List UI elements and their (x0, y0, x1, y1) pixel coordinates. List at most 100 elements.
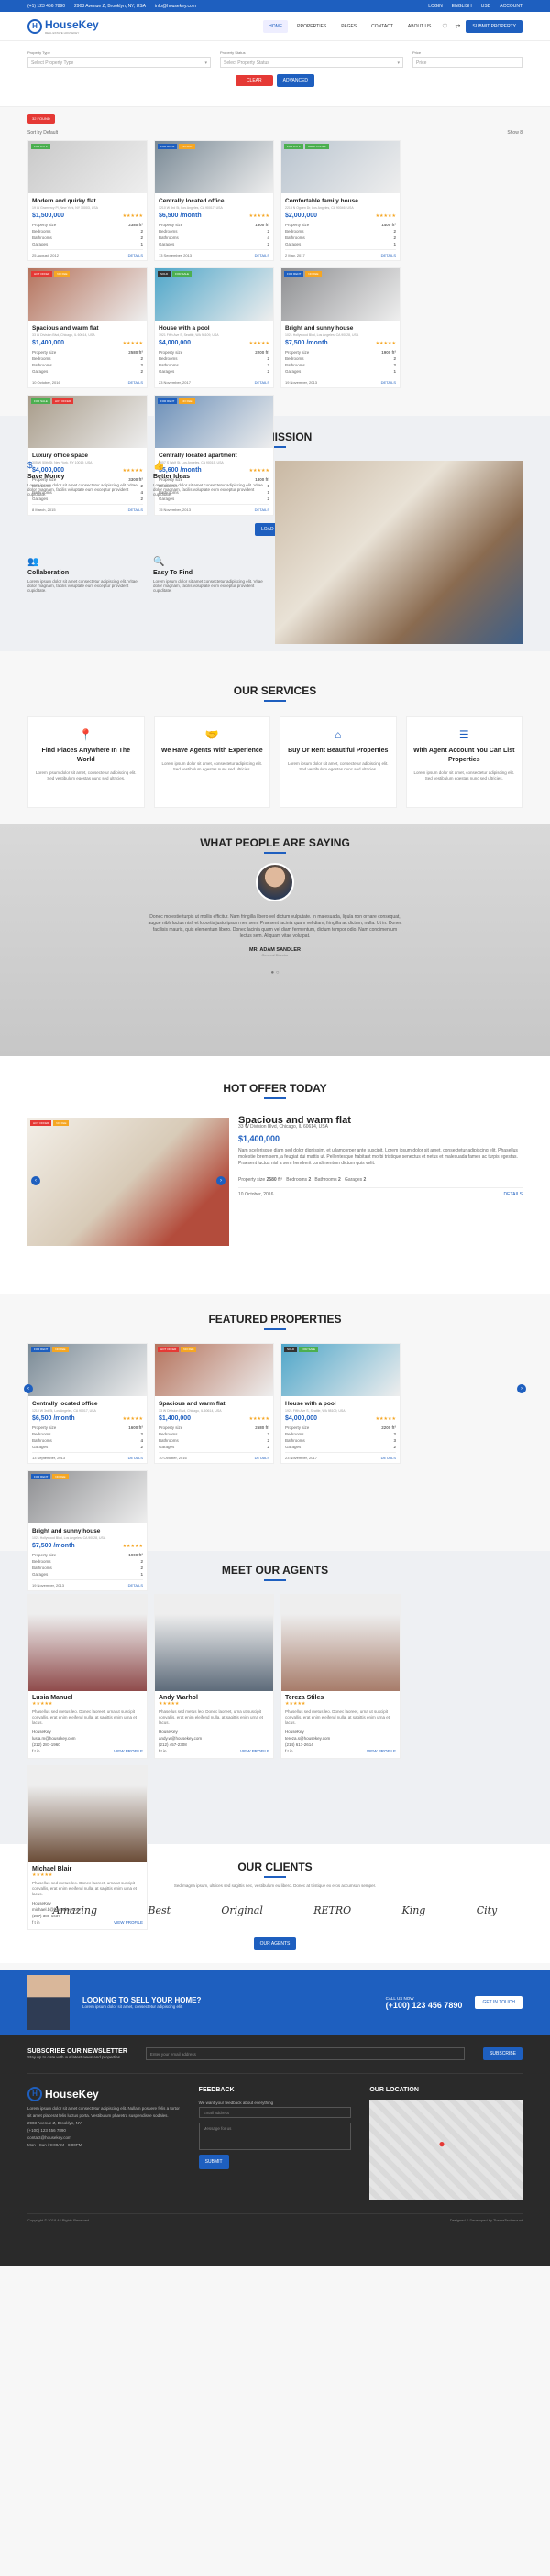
details-link[interactable]: DETAILS (381, 1456, 396, 1460)
property-card[interactable]: FOR RENT NO FEE Bright and sunny house 10… (28, 1470, 148, 1591)
nav-about[interactable]: ABOUT US (402, 20, 436, 33)
subscribe-button[interactable]: SUBSCRIBE (483, 2047, 522, 2060)
compare-icon[interactable]: ⇄ (453, 23, 462, 30)
client-logo[interactable]: King (402, 1905, 425, 1916)
details-link[interactable]: DETAILS (255, 380, 270, 385)
view-profile-link[interactable]: VIEW PROFILE (240, 1748, 270, 1754)
get-in-touch-button[interactable]: GET IN TOUCH (475, 1996, 522, 2009)
property-card[interactable]: FOR RENT NO FEE Centrally located office … (154, 140, 274, 261)
price-input[interactable]: Price (412, 57, 522, 68)
footer-logo[interactable]: HouseKey (45, 2089, 99, 2100)
newsletter-email-input[interactable]: Enter your email address (145, 2047, 466, 2060)
language-select[interactable]: ENGLISH (452, 4, 472, 9)
logo[interactable]: H HouseKey REAL ESTATE HOUSEKEY (28, 18, 99, 35)
property-title[interactable]: Luxury office space (32, 453, 143, 459)
next-arrow-icon[interactable]: › (517, 1384, 526, 1393)
property-card[interactable]: SOLD FOR SALE House with a pool 1921 Fift… (154, 267, 274, 388)
property-image[interactable]: SOLD FOR SALE (281, 1344, 400, 1396)
property-image[interactable]: FOR SALE (28, 141, 147, 193)
clear-button[interactable]: CLEAR (235, 75, 273, 86)
property-title[interactable]: Centrally located office (159, 198, 270, 204)
sort-select[interactable]: Sort by Default (28, 130, 58, 136)
feedback-submit-button[interactable]: SUBMIT (198, 2155, 229, 2169)
advanced-button[interactable]: ADVANCED (276, 74, 315, 87)
property-status-select[interactable]: Select Property Status ▾ (220, 57, 403, 68)
property-title[interactable]: Spacious and warm flat (32, 325, 143, 332)
property-title[interactable]: Bright and sunny house (285, 325, 396, 332)
email-text[interactable]: info@housekey.com (155, 4, 196, 9)
property-title[interactable]: Bright and sunny house (32, 1528, 143, 1534)
agent-card[interactable]: Lusia Manuel ★★★★★ Phasellus sed metus leo… (28, 1594, 148, 1759)
property-image[interactable]: HOT OFFER NO FEE (28, 268, 147, 321)
property-title[interactable]: House with a pool (285, 1401, 396, 1407)
agent-email[interactable]: andy.w@housekey.com (159, 1735, 270, 1741)
account-menu[interactable]: ACCOUNT (500, 4, 522, 9)
property-card[interactable]: HOT OFFER NO FEE Spacious and warm flat 3… (154, 1343, 274, 1464)
call-phone[interactable]: (+100) 123 456 7890 (386, 2001, 463, 2010)
hot-offer-details-link[interactable]: DETAILS (504, 1192, 522, 1198)
property-image[interactable]: FOR RENT NO FEE (155, 396, 273, 448)
social-icons[interactable]: f t in (285, 1749, 293, 1753)
property-card[interactable]: FOR RENT NO FEE Centrally located office … (28, 1343, 148, 1464)
service-card[interactable]: ⌂ Buy Or Rent Beautiful Properties Lorem i… (280, 716, 397, 808)
feedback-message-input[interactable]: Message for us (198, 2123, 352, 2150)
details-link[interactable]: DETAILS (381, 380, 396, 385)
nav-pages[interactable]: PAGES (336, 20, 362, 33)
property-image[interactable]: FOR RENT NO FEE (28, 1471, 147, 1523)
client-logo[interactable]: RETRO (314, 1905, 351, 1916)
agent-photo[interactable] (155, 1595, 273, 1691)
agent-name[interactable]: Tereza Stiles (285, 1695, 396, 1701)
property-card[interactable]: FOR SALE Modern and quirky flat 19 W Gra… (28, 140, 148, 261)
agent-photo[interactable] (28, 1766, 147, 1862)
property-image[interactable]: FOR SALE HOT OFFER (28, 396, 147, 448)
client-logo[interactable]: City (477, 1905, 498, 1916)
submit-property-button[interactable]: SUBMIT PROPERTY (466, 19, 522, 33)
prev-arrow-icon[interactable]: ‹ (24, 1384, 33, 1393)
social-icons[interactable]: f t in (159, 1749, 167, 1753)
next-arrow-icon[interactable]: › (216, 1176, 226, 1185)
client-logo[interactable]: Amazing (53, 1905, 97, 1916)
service-card[interactable]: 📍 Find Places Anywhere In The World Lorem … (28, 716, 145, 808)
location-map[interactable]: ● (369, 2100, 523, 2200)
property-image[interactable]: FOR SALE OPEN HOUSE (281, 141, 400, 193)
feedback-email-input[interactable]: Email address (198, 2107, 352, 2118)
view-profile-link[interactable]: VIEW PROFILE (367, 1748, 396, 1754)
details-link[interactable]: DETAILS (128, 1583, 143, 1588)
agent-name[interactable]: Andy Warhol (159, 1695, 270, 1701)
view-profile-link[interactable]: VIEW PROFILE (114, 1919, 143, 1926)
property-type-select[interactable]: Select Property Type ▾ (28, 57, 211, 68)
agent-name[interactable]: Michael Blair (32, 1866, 143, 1872)
login-link[interactable]: LOGIN (428, 4, 443, 9)
currency-select[interactable]: USD (481, 4, 491, 9)
prev-arrow-icon[interactable]: ‹ (31, 1176, 40, 1185)
agent-photo[interactable] (28, 1595, 147, 1691)
property-card[interactable]: FOR SALE OPEN HOUSE Comfortable family ho… (280, 140, 401, 261)
property-card[interactable]: HOT OFFER NO FEE Spacious and warm flat 3… (28, 267, 148, 388)
nav-contact[interactable]: CONTACT (366, 20, 399, 33)
nav-home[interactable]: HOME (263, 19, 289, 33)
property-title[interactable]: House with a pool (159, 325, 270, 332)
agent-card[interactable]: Tereza Stiles ★★★★★ Phasellus sed metus le… (280, 1594, 401, 1759)
property-title[interactable]: Modern and quirky flat (32, 198, 143, 204)
nav-properties[interactable]: PROPERTIES (292, 20, 332, 33)
view-profile-link[interactable]: VIEW PROFILE (114, 1748, 143, 1754)
details-link[interactable]: DETAILS (255, 1456, 270, 1460)
property-title[interactable]: Centrally located office (32, 1401, 143, 1407)
social-icons[interactable]: f t in (32, 1749, 40, 1753)
heart-icon[interactable]: ♡ (440, 23, 449, 30)
property-title[interactable]: Spacious and warm flat (159, 1401, 270, 1407)
property-title[interactable]: Centrally located apartment (159, 453, 270, 459)
property-image[interactable]: HOT OFFER NO FEE (155, 1344, 273, 1396)
client-logo[interactable]: Best (148, 1905, 170, 1916)
agent-card[interactable]: Andy Warhol ★★★★★ Phasellus sed metus leo.… (154, 1594, 274, 1759)
hot-offer-image[interactable]: HOT OFFER NO FEE ‹ › (28, 1118, 229, 1246)
agent-photo[interactable] (281, 1595, 400, 1691)
details-link[interactable]: DETAILS (128, 1456, 143, 1460)
details-link[interactable]: DETAILS (381, 253, 396, 257)
agent-email[interactable]: tereza.s@housekey.com (285, 1735, 396, 1741)
our-agents-button[interactable]: OUR AGENTS (253, 1937, 297, 1950)
property-image[interactable]: FOR RENT NO FEE (155, 141, 273, 193)
details-link[interactable]: DETAILS (255, 253, 270, 257)
details-link[interactable]: DETAILS (128, 253, 143, 257)
agent-name[interactable]: Lusia Manuel (32, 1695, 143, 1701)
